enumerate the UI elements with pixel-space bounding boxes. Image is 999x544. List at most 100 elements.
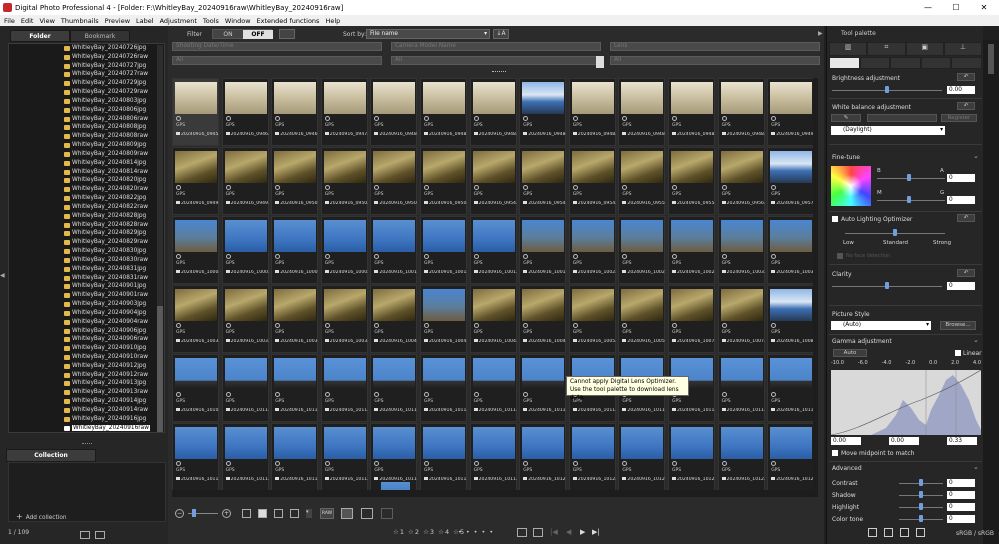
tab-folder[interactable]: Folder — [10, 30, 70, 42]
thumbnail[interactable]: GPS 20240916_0945... — [172, 78, 219, 146]
tab-color-icon[interactable] — [920, 57, 952, 69]
folder-item[interactable]: WhitleyBay_20240901raw — [9, 291, 164, 300]
folder-item[interactable]: WhitleyBay_20240814jpg — [9, 159, 164, 168]
thumbnail[interactable]: GPS 20240916_0949... — [221, 147, 269, 215]
compare-icon[interactable] — [341, 508, 353, 519]
thumbnail[interactable]: GPS 20240916_1001... — [469, 216, 517, 284]
thumbnail[interactable]: GPS 20240916_1008... — [767, 285, 815, 353]
folder-item[interactable]: WhitleyBay_20240726jpg — [9, 44, 164, 53]
single-view-icon[interactable] — [80, 531, 90, 539]
thumbnail[interactable]: GPS 20240916_0950... — [370, 147, 418, 215]
zoom-out-icon[interactable]: − — [175, 509, 184, 518]
contrast-knob[interactable] — [919, 479, 923, 486]
menu-window[interactable]: Window — [225, 17, 251, 25]
collapse-left-icon[interactable]: ◀ — [0, 272, 5, 279]
thumbnail[interactable]: GPS 20240916_1011... — [320, 423, 368, 491]
folder-item[interactable]: WhitleyBay_20240729jpg — [9, 79, 164, 88]
thumbnail[interactable]: GPS 20240916_0948... — [469, 78, 517, 146]
thumbnail[interactable]: GPS 20240916_0950... — [320, 147, 368, 215]
thumbnail[interactable]: GPS 20240916_1012... — [618, 423, 666, 491]
thumbnail[interactable]: GPS 20240916_0949... — [172, 147, 219, 215]
filter-on[interactable]: ON — [213, 30, 243, 39]
folder-item[interactable]: WhitleyBay_20240814raw — [9, 168, 164, 177]
thumbnail[interactable]: GPS 20240916_1011... — [717, 354, 765, 422]
thumbnail[interactable]: GPS 20240916_1011... — [221, 354, 269, 422]
folder-item[interactable]: WhitleyBay_20240914raw — [9, 406, 164, 415]
thumbnail[interactable]: GPS 20240916_1002... — [668, 216, 715, 284]
linear-checkbox[interactable] — [955, 350, 961, 356]
thumbnail[interactable]: GPS 20240916_0948... — [668, 78, 715, 146]
palette-scroll-thumb[interactable] — [988, 44, 994, 74]
wb-register-button[interactable]: Register — [941, 114, 977, 122]
tab-settings-icon[interactable] — [951, 57, 982, 69]
folder-item[interactable]: WhitleyBay_20240726raw — [9, 53, 164, 62]
folder-item[interactable]: WhitleyBay_20240913raw — [9, 388, 164, 397]
folder-item[interactable]: WhitleyBay_20240803jpg — [9, 97, 164, 106]
thumbnail[interactable]: GPS 20240916_1010... — [172, 354, 219, 422]
thumbnail[interactable]: GPS 20240916_1001... — [420, 216, 467, 284]
folder-item[interactable]: WhitleyBay_20240910jpg — [9, 344, 164, 353]
brightness-reset-button[interactable]: ↶ — [957, 73, 975, 81]
thumbnail[interactable]: GPS 20240916_1004... — [519, 285, 567, 353]
thumbnail[interactable]: GPS 20240916_1003... — [320, 285, 368, 353]
wb-select[interactable]: (Daylight) ▾ — [831, 126, 945, 135]
folder-item[interactable]: WhitleyBay_20240829raw — [9, 238, 164, 247]
thumbnail[interactable]: GPS 20240916_1001... — [519, 216, 567, 284]
filter-camera-all[interactable]: All — [391, 56, 601, 65]
thumbnail[interactable]: GPS 20240916_1011... — [271, 354, 319, 422]
folder-item[interactable]: WhitleyBay_20240904raw — [9, 318, 164, 327]
thumbnail[interactable]: GPS 20240916_0956... — [717, 147, 765, 215]
menu-edit[interactable]: Edit — [21, 17, 34, 25]
thumbnail[interactable]: GPS 20240916_1012... — [519, 423, 567, 491]
folder-item[interactable]: WhitleyBay_20240820jpg — [9, 176, 164, 185]
filter-off[interactable]: OFF — [243, 30, 273, 39]
thumbnail[interactable]: GPS 20240916_1003... — [172, 285, 219, 353]
zoom-in-icon[interactable]: + — [222, 509, 231, 518]
rotate-right-icon[interactable] — [533, 528, 543, 537]
menu-tools[interactable]: Tools — [203, 17, 219, 25]
collapse-right-icon[interactable]: ▶ — [818, 30, 823, 37]
tab-bookmark[interactable]: Bookmark — [70, 30, 130, 42]
thumbnail[interactable]: GPS 20240916_0954... — [469, 147, 517, 215]
list-view-icon[interactable] — [290, 509, 299, 518]
tab-basic-icon[interactable] — [829, 57, 860, 69]
thumbnail[interactable]: GPS 20240916_1011... — [469, 423, 517, 491]
menu-extended-functions[interactable]: Extended functions — [257, 17, 320, 25]
folder-item[interactable]: WhitleyBay_20240910raw — [9, 353, 164, 362]
thumbnail[interactable]: GPS 20240916_1007... — [668, 285, 715, 353]
medium-thumb-icon[interactable] — [258, 509, 267, 518]
chevron-down-icon[interactable]: ⌄ — [973, 152, 979, 160]
splitter-handle[interactable] — [82, 443, 92, 445]
folder-item[interactable]: WhitleyBay_20240916raw — [9, 424, 164, 432]
folder-item[interactable]: WhitleyBay_20240904jpg — [9, 309, 164, 318]
folder-item[interactable]: WhitleyBay_20240906jpg — [9, 327, 164, 336]
wb-reset-button[interactable]: ↶ — [957, 102, 975, 110]
folder-item[interactable]: WhitleyBay_20240820raw — [9, 185, 164, 194]
lock-icon[interactable] — [279, 29, 295, 39]
folder-item[interactable]: WhitleyBay_20240808jpg — [9, 123, 164, 132]
folder-item[interactable]: WhitleyBay_20240906raw — [9, 335, 164, 344]
folder-item[interactable]: WhitleyBay_20240809jpg — [9, 141, 164, 150]
thumbnail[interactable]: GPS 20240916_0946... — [221, 78, 269, 146]
thumbnail[interactable]: GPS 20240916_1011... — [370, 354, 418, 422]
eyedropper-icon[interactable]: ✎ — [831, 114, 861, 122]
tool-palette-icon[interactable] — [868, 528, 877, 537]
thumbnail[interactable]: GPS 20240916_0948... — [519, 78, 567, 146]
thumbnail[interactable]: GPS 20240916_0954... — [568, 147, 616, 215]
highlight-value[interactable]: 0 — [947, 503, 975, 511]
thumbnail[interactable]: GPS 20240916_1002... — [618, 216, 666, 284]
tab-crop-icon[interactable]: ⌗ — [867, 42, 906, 56]
folder-item[interactable]: WhitleyBay_20240828jpg — [9, 212, 164, 221]
camera-icon[interactable] — [916, 528, 925, 537]
folder-tree[interactable]: WhitleyBay_20240726jpg WhitleyBay_2024072… — [8, 43, 165, 433]
filter-camera-model[interactable]: Camera Model Name — [391, 42, 601, 51]
folder-item[interactable]: WhitleyBay_20240822raw — [9, 203, 164, 212]
thumbnail[interactable]: GPS 20240916_0948... — [370, 78, 418, 146]
ft-mg-value[interactable]: 0 — [947, 196, 975, 204]
filter-lens[interactable]: Lens — [610, 42, 820, 51]
tab-detail-icon[interactable] — [890, 57, 921, 69]
folder-item[interactable]: WhitleyBay_20240828raw — [9, 221, 164, 230]
add-collection-button[interactable]: + Add collection — [16, 512, 67, 521]
folder-item[interactable]: WhitleyBay_20240914jpg — [9, 397, 164, 406]
folder-item[interactable]: WhitleyBay_20240903jpg — [9, 300, 164, 309]
